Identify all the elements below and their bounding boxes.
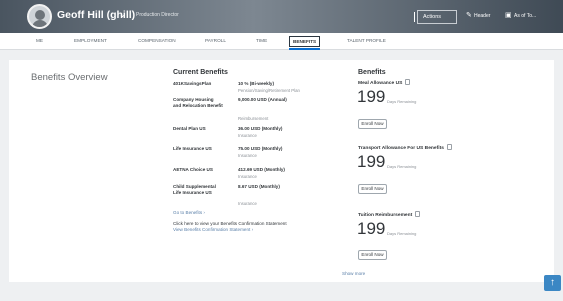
benefits-card: Benefits Overview Current Benefits 401KS… bbox=[9, 60, 554, 282]
benefit-type: Insurance bbox=[238, 133, 257, 138]
confirmation-statement-link[interactable]: View Benefits Confirmation Statement › bbox=[173, 227, 253, 232]
go-to-benefits-link[interactable]: Go to Benefits › bbox=[173, 210, 205, 215]
days-count: 199 bbox=[357, 87, 386, 106]
enroll-now-button[interactable]: Enroll Now bbox=[358, 119, 387, 129]
confirmation-text: Click here to view your Benefits Confirm… bbox=[173, 221, 287, 226]
chevron-right-icon: › bbox=[203, 210, 205, 215]
user-title: Production Director bbox=[136, 12, 179, 18]
actions-button[interactable]: Actions bbox=[414, 10, 457, 24]
tab-talent-profile[interactable]: TALENT PROFILE bbox=[347, 38, 386, 43]
benefit-type: Insurance bbox=[238, 153, 257, 158]
benefit-value: 412.69 USD (Monthly) bbox=[238, 167, 285, 172]
tab-benefits[interactable]: BENEFITS bbox=[289, 36, 321, 50]
current-benefits-title: Current Benefits bbox=[173, 69, 228, 76]
benefit-item-name: Meal Allowance US bbox=[358, 81, 403, 86]
benefit-label: Dental Plan US bbox=[173, 126, 206, 131]
info-icon[interactable] bbox=[446, 144, 452, 150]
benefit-label: Child Supplemental Life Insurance US bbox=[173, 184, 216, 195]
benefit-label: Life Insurance US bbox=[173, 146, 212, 151]
benefit-item-name: Transport Allowance For US Benefits bbox=[358, 146, 444, 151]
actions-label: Actions bbox=[423, 14, 442, 20]
benefit-item-label: Tuition Reimbursement bbox=[358, 211, 421, 218]
days-count: 199 bbox=[357, 152, 386, 171]
benefit-type: Reimbursement bbox=[238, 116, 269, 121]
divider bbox=[414, 12, 416, 22]
info-icon[interactable] bbox=[415, 211, 421, 217]
benefit-type: Insurance bbox=[238, 201, 257, 206]
section-tabs: ME EMPLOYMENT COMPENSATION PAYROLL TIME … bbox=[0, 33, 563, 50]
benefit-value: 36.00 USD (Monthly) bbox=[238, 126, 283, 131]
pencil-icon[interactable]: ✎ bbox=[466, 11, 472, 19]
tab-employment[interactable]: EMPLOYMENT bbox=[74, 38, 107, 43]
enroll-now-button[interactable]: Enroll Now bbox=[358, 250, 387, 260]
confirmation-statement-label: View Benefits Confirmation Statement bbox=[173, 227, 251, 232]
benefit-value: 75.00 USD (Monthly) bbox=[238, 146, 283, 151]
tab-payroll[interactable]: PAYROLL bbox=[205, 38, 226, 43]
benefit-type: Insurance bbox=[238, 174, 257, 179]
days-remaining-label: Days Remaining bbox=[387, 164, 417, 169]
chevron-down-icon[interactable]: ⌄ bbox=[119, 10, 126, 19]
info-icon[interactable] bbox=[405, 79, 411, 85]
benefit-value: 10 % (Bi-weekly) bbox=[238, 81, 274, 86]
benefit-label: 401KSavingsPlan bbox=[173, 81, 212, 86]
benefits-title: Benefits bbox=[358, 69, 386, 76]
benefit-item-name: Tuition Reimbursement bbox=[358, 213, 413, 218]
days-remaining-label: Days Remaining bbox=[387, 231, 417, 236]
benefit-item-label: Transport Allowance For US Benefits bbox=[358, 144, 452, 151]
benefit-value: 9,000.00 USD (Annual) bbox=[238, 97, 287, 102]
scroll-to-top-button[interactable]: ↑ bbox=[544, 275, 561, 291]
tab-time[interactable]: TIME bbox=[256, 38, 267, 43]
tab-me[interactable]: ME bbox=[36, 38, 43, 43]
benefit-item-label: Meal Allowance US bbox=[358, 79, 411, 86]
benefit-value: 8.67 USD (Monthly) bbox=[238, 184, 280, 189]
profile-header: Geoff Hill (ghill) ⌄ Production Director… bbox=[0, 0, 563, 33]
benefit-label: Company Housing and Relocation Benefit bbox=[173, 97, 223, 108]
days-count: 199 bbox=[357, 219, 386, 238]
go-to-benefits-label: Go to Benefits bbox=[173, 210, 203, 215]
days-remaining-label: Days Remaining bbox=[387, 99, 417, 104]
calendar-icon[interactable]: ▣ bbox=[505, 11, 512, 19]
show-more-link[interactable]: Show more bbox=[342, 271, 365, 276]
benefit-type: Pension/Saving/Retirement Plan bbox=[238, 88, 300, 93]
as-of-today-button[interactable]: As of To... bbox=[514, 13, 536, 19]
benefit-label: AETNA Choice US bbox=[173, 167, 213, 172]
tab-compensation[interactable]: COMPENSATION bbox=[138, 38, 176, 43]
arrow-up-icon: ↑ bbox=[550, 277, 555, 288]
header-button[interactable]: Header bbox=[474, 13, 490, 19]
page-title: Benefits Overview bbox=[31, 72, 108, 83]
chevron-right-icon: › bbox=[251, 227, 254, 232]
enroll-now-button[interactable]: Enroll Now bbox=[358, 184, 387, 194]
avatar[interactable] bbox=[27, 4, 52, 29]
